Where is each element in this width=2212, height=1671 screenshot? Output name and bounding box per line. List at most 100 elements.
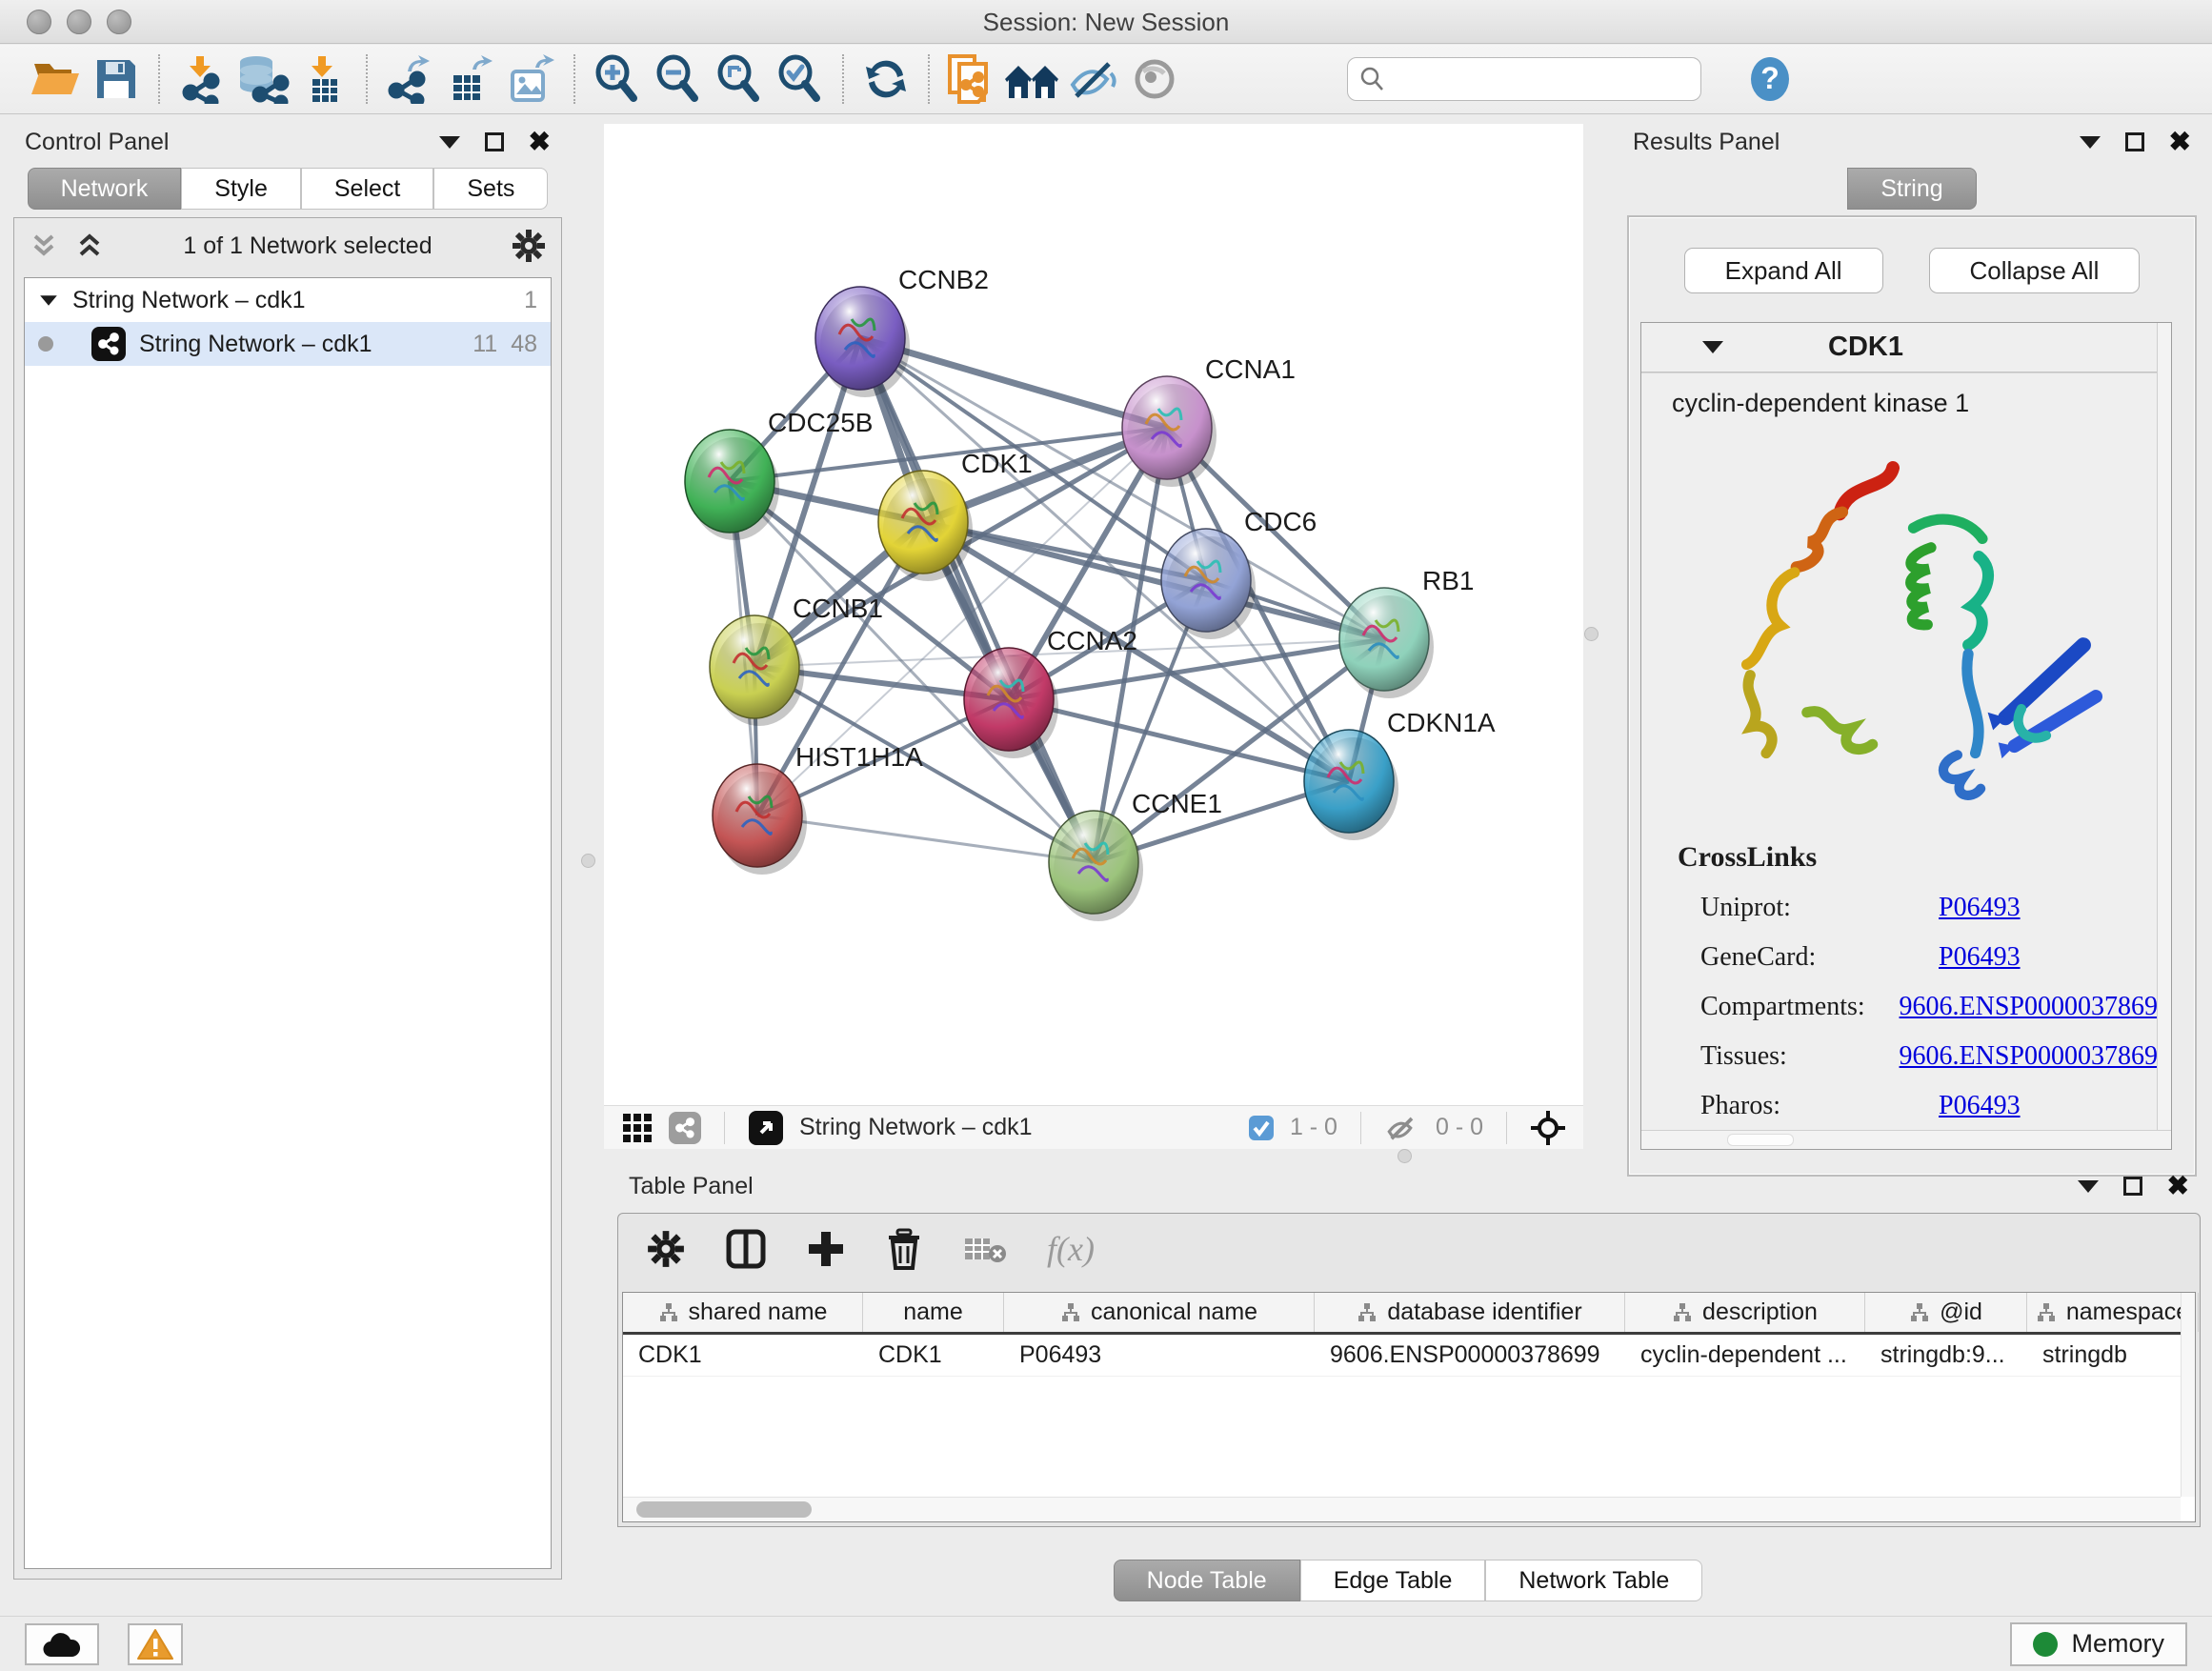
node-detail-header[interactable]: CDK1: [1641, 323, 2171, 372]
show-graphics-details-button[interactable]: [1124, 50, 1185, 108]
grid-mode-icon[interactable]: [621, 1112, 654, 1144]
entry-horizontal-scrollbar[interactable]: [1641, 1130, 2171, 1149]
table-cell[interactable]: stringdb: [2027, 1335, 2199, 1376]
import-table-file-button[interactable]: [293, 50, 354, 108]
function-builder-button[interactable]: f(x): [1047, 1229, 1095, 1269]
float-panel-icon[interactable]: [485, 132, 504, 151]
home-networks-button[interactable]: [1002, 50, 1063, 108]
collapse-entry-icon[interactable]: [1702, 341, 1723, 353]
close-panel-icon[interactable]: ✖: [2169, 132, 2191, 151]
network-view-mode-icon[interactable]: [669, 1112, 701, 1144]
node-CCNA2[interactable]: CCNA2: [964, 626, 1137, 758]
show-column-icon[interactable]: [725, 1228, 767, 1270]
column-header-canonical-name[interactable]: canonical name: [1004, 1293, 1315, 1332]
help-button[interactable]: ?: [1739, 50, 1800, 108]
save-session-button[interactable]: [86, 50, 147, 108]
delete-table-icon[interactable]: [963, 1233, 1007, 1265]
collapse-all-button[interactable]: Collapse All: [1929, 248, 2141, 293]
zoom-fit-button[interactable]: [709, 50, 770, 108]
right-splitter-handle[interactable]: [1584, 627, 1599, 641]
node-RB1[interactable]: RB1: [1339, 566, 1474, 698]
edge-HIST1H1A-CCNE1[interactable]: [757, 815, 1094, 862]
edge-CCNB2-CCNE1[interactable]: [860, 338, 1094, 862]
panel-menu-icon[interactable]: [2080, 136, 2101, 149]
delete-column-trash-icon[interactable]: [885, 1228, 923, 1270]
import-network-file-button[interactable]: [171, 50, 232, 108]
search-input[interactable]: [1386, 60, 1691, 98]
entry-vertical-scrollbar[interactable]: [2157, 323, 2171, 1130]
collection-expander-icon[interactable]: [40, 295, 57, 305]
export-table-button[interactable]: [440, 50, 501, 108]
crosslink-link[interactable]: P06493: [1939, 893, 2021, 923]
string-network-graph[interactable]: CCNB2CCNA1CDC25BCDK1CDC6RB1CCNB1CCNA2CDK…: [604, 124, 1583, 1105]
tab-select[interactable]: Select: [301, 168, 433, 210]
column-header-shared-name[interactable]: shared name: [623, 1293, 863, 1332]
import-network-from-database-button[interactable]: [232, 50, 293, 108]
table-cell[interactable]: CDK1: [863, 1335, 1004, 1376]
table-cell[interactable]: stringdb:9...: [1865, 1335, 2027, 1376]
close-panel-icon[interactable]: ✖: [529, 132, 551, 151]
tab-sets[interactable]: Sets: [433, 168, 548, 210]
tab-node-table[interactable]: Node Table: [1114, 1560, 1300, 1601]
collapse-all-networks-icon[interactable]: [30, 233, 58, 258]
close-panel-icon[interactable]: ✖: [2167, 1177, 2189, 1196]
global-search-field[interactable]: [1347, 57, 1701, 101]
node-CCNB1[interactable]: CCNB1: [710, 594, 883, 726]
table-options-gear-icon[interactable]: [647, 1230, 685, 1268]
table-cell[interactable]: cyclin-dependent ...: [1625, 1335, 1865, 1376]
table-horizontal-scrollbar[interactable]: [623, 1497, 2181, 1521]
left-splitter-handle[interactable]: [581, 854, 595, 868]
expand-all-button[interactable]: Expand All: [1684, 248, 1883, 293]
column-header-description[interactable]: description: [1625, 1293, 1865, 1332]
column-header-database-identifier[interactable]: database identifier: [1315, 1293, 1625, 1332]
crosslink-link[interactable]: 9606.ENSP00000378699: [1900, 1041, 2171, 1072]
export-image-button[interactable]: [501, 50, 562, 108]
node-CDC6[interactable]: CDC6: [1161, 507, 1317, 639]
node-CDKN1A[interactable]: CDKN1A: [1304, 708, 1496, 840]
apply-layout-button[interactable]: [855, 50, 916, 108]
column-header-@id[interactable]: @id: [1865, 1293, 2027, 1332]
crosslink-link[interactable]: P06493: [1939, 942, 2021, 973]
table-row[interactable]: CDK1CDK1P064939606.ENSP00000378699cyclin…: [623, 1335, 2195, 1377]
tab-network[interactable]: Network: [28, 168, 182, 210]
birds-eye-view-toggle[interactable]: [748, 1110, 784, 1146]
selected-nodes-checkbox-icon[interactable]: [1248, 1115, 1275, 1141]
create-column-plus-icon[interactable]: [807, 1230, 845, 1268]
panel-menu-icon[interactable]: [439, 136, 460, 149]
table-cell[interactable]: P06493: [1004, 1335, 1315, 1376]
zoom-in-button[interactable]: [587, 50, 648, 108]
string-import-button[interactable]: [941, 50, 1002, 108]
tab-style[interactable]: Style: [181, 168, 301, 210]
show-hide-labels-button[interactable]: [1063, 50, 1124, 108]
expand-all-networks-icon[interactable]: [75, 233, 104, 258]
open-session-button[interactable]: [25, 50, 86, 108]
node-HIST1H1A[interactable]: HIST1H1A: [713, 742, 923, 875]
network-canvas[interactable]: CCNB2CCNA1CDC25BCDK1CDC6RB1CCNB1CCNA2CDK…: [604, 124, 1583, 1105]
crosslink-link[interactable]: P06493: [1939, 1091, 2021, 1121]
export-network-button[interactable]: [379, 50, 440, 108]
fit-content-crosshair-icon[interactable]: [1530, 1110, 1566, 1146]
node-CCNE1[interactable]: CCNE1: [1049, 789, 1222, 921]
bottom-splitter-handle[interactable]: [1398, 1149, 1412, 1163]
network-collection-row[interactable]: String Network – cdk1 1: [25, 278, 551, 322]
column-header-name[interactable]: name: [863, 1293, 1004, 1332]
edge-CDK1-RB1[interactable]: [923, 522, 1384, 639]
column-header-namespace[interactable]: namespace: [2027, 1293, 2199, 1332]
network-options-gear-icon[interactable]: [512, 229, 546, 263]
warnings-button[interactable]: [128, 1623, 183, 1665]
table-vertical-scrollbar[interactable]: [2181, 1293, 2195, 1497]
panel-menu-icon[interactable]: [2078, 1180, 2099, 1193]
zoom-out-button[interactable]: [648, 50, 709, 108]
table-cell[interactable]: CDK1: [623, 1335, 863, 1376]
network-row[interactable]: String Network – cdk1 11 48: [25, 322, 551, 366]
tab-edge-table[interactable]: Edge Table: [1300, 1560, 1486, 1601]
zoom-selected-button[interactable]: [770, 50, 831, 108]
table-cell[interactable]: 9606.ENSP00000378699: [1315, 1335, 1625, 1376]
tab-string[interactable]: String: [1847, 168, 1976, 210]
crosslink-link[interactable]: 9606.ENSP00000378699: [1900, 992, 2171, 1022]
float-panel-icon[interactable]: [2123, 1177, 2142, 1196]
memory-button[interactable]: Memory: [2010, 1622, 2187, 1666]
tab-network-table[interactable]: Network Table: [1485, 1560, 1702, 1601]
cloud-status-button[interactable]: [25, 1623, 99, 1665]
float-panel-icon[interactable]: [2125, 132, 2144, 151]
